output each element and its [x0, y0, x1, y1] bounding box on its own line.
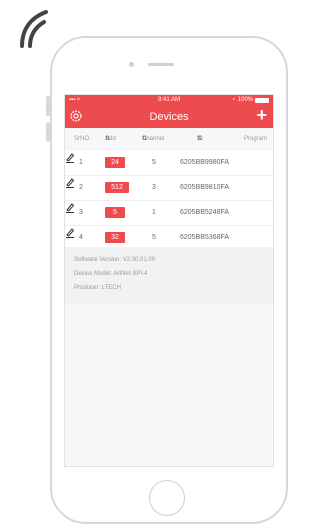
- home-button[interactable]: [149, 480, 185, 516]
- table-row[interactable]: 3 5 1 6205BB5248FA: [65, 201, 273, 226]
- row-id: 6205BB9810FA: [180, 184, 230, 191]
- row-address-badge: 5: [105, 207, 125, 218]
- sort-icon: ⇅: [197, 136, 203, 142]
- software-version: Software Version: V2.00.01.00: [74, 257, 156, 263]
- edit-icon[interactable]: [65, 201, 75, 213]
- volume-down-button: [46, 122, 50, 142]
- row-id: 6205BB5248FA: [180, 209, 230, 216]
- edit-icon[interactable]: [65, 176, 75, 188]
- row-address-badge: 512: [105, 182, 129, 193]
- status-bar: ▪▪▪ ≈ 9:41 AM ⋆ 100%: [65, 95, 273, 105]
- table-row[interactable]: 2 512 3 6205BB9810FA: [65, 176, 273, 201]
- column-program: Program: [244, 136, 268, 142]
- battery-icon: [255, 97, 269, 103]
- row-srno: 4: [79, 234, 83, 241]
- row-channel: 5: [152, 234, 156, 241]
- row-address-badge: 24: [105, 157, 125, 168]
- row-channel: 3: [152, 184, 156, 191]
- row-address-badge: 32: [105, 232, 125, 243]
- row-id: 6205BB9980FA: [180, 159, 230, 166]
- row-srno: 3: [79, 209, 83, 216]
- app-screen: ▪▪▪ ≈ 9:41 AM ⋆ 100% Devices + SrNO. Add…: [64, 94, 274, 467]
- producer: Producer: LTECH: [74, 285, 121, 291]
- volume-up-button: [46, 96, 50, 116]
- row-channel: 5: [152, 159, 156, 166]
- page-title: Devices: [149, 111, 189, 123]
- sort-icon: ⇅: [105, 136, 111, 142]
- battery-percent: 100%: [237, 97, 253, 103]
- bluetooth-icon: ⋆: [231, 97, 236, 103]
- row-channel: 1: [152, 209, 156, 216]
- table-row[interactable]: 1 24 5 6205BB9980FA: [65, 151, 273, 176]
- app-header: ▪▪▪ ≈ 9:41 AM ⋆ 100% Devices +: [65, 95, 273, 128]
- row-srno: 1: [79, 159, 83, 166]
- device-info-panel: Software Version: V2.00.01.00 Device Mod…: [65, 247, 273, 303]
- device-model: Device Model: ArtNet-SPI-4: [74, 271, 148, 277]
- wifi-signal-icon: [20, 10, 48, 48]
- speaker-grille: [148, 63, 174, 66]
- edit-icon[interactable]: [65, 151, 75, 163]
- battery-indicator: ⋆ 100%: [232, 95, 269, 105]
- column-srno: SrNO.: [74, 136, 91, 142]
- row-id: 6205BB5368FA: [180, 234, 230, 241]
- table-header: SrNO. Add ⇅ Channel ⇅ ID ⇅ Program: [65, 133, 273, 145]
- row-srno: 2: [79, 184, 83, 191]
- edit-icon[interactable]: [65, 226, 75, 238]
- sort-icon: ⇅: [142, 136, 148, 142]
- add-device-button[interactable]: +: [256, 105, 267, 125]
- front-camera: [129, 62, 134, 67]
